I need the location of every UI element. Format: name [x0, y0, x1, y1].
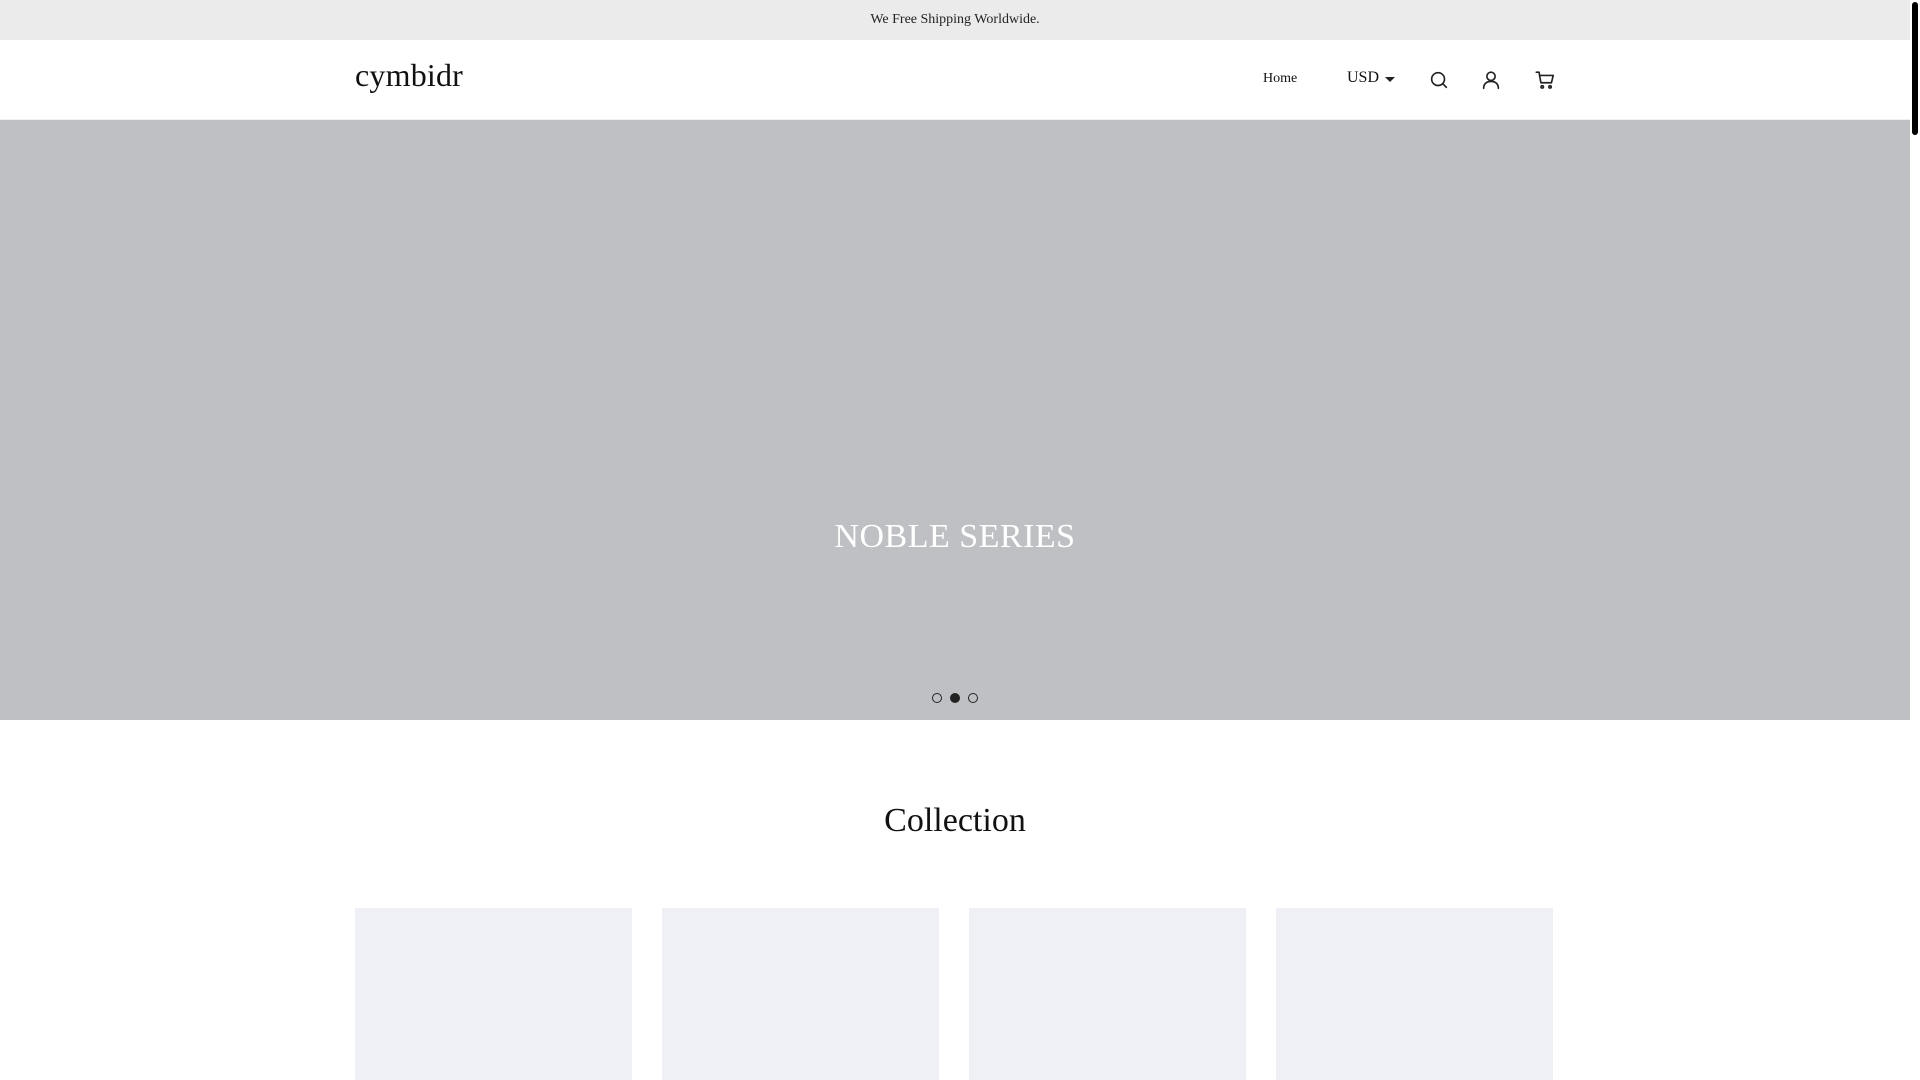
caret-down-icon — [1385, 76, 1396, 82]
hero-title: NOBLE SERIES — [834, 518, 1076, 555]
search-icon — [1430, 71, 1448, 89]
collection-grid — [355, 908, 1555, 1080]
slider-dot-1[interactable] — [932, 693, 942, 703]
account-button[interactable] — [1478, 67, 1504, 93]
scrollbar[interactable] — [1910, 0, 1920, 1080]
announcement-text: We Free Shipping Worldwide. — [870, 12, 1040, 27]
collection-title: Collection — [884, 802, 1026, 839]
user-icon — [1482, 71, 1500, 90]
collection-card-1[interactable] — [355, 908, 632, 1080]
cart-icon — [1535, 71, 1555, 89]
search-button[interactable] — [1426, 67, 1452, 93]
cart-button[interactable] — [1532, 67, 1558, 93]
collection-card-2[interactable] — [662, 908, 939, 1080]
slider-dot-2[interactable] — [950, 693, 960, 703]
slider-dots — [0, 693, 1910, 703]
collection-card-3[interactable] — [969, 908, 1246, 1080]
collection-card-4[interactable] — [1276, 908, 1553, 1080]
slider-dot-3[interactable] — [968, 693, 978, 703]
hero-slider[interactable]: NOBLE SERIES — [0, 120, 1910, 720]
currency-selector[interactable]: USD — [1347, 69, 1396, 87]
logo[interactable]: cymbidr — [355, 57, 463, 94]
nav-home-link[interactable]: Home — [1263, 71, 1297, 87]
announcement-bar: We Free Shipping Worldwide. — [0, 0, 1910, 40]
page: We Free Shipping Worldwide. cymbidr Home… — [0, 0, 1910, 1080]
currency-label: USD — [1347, 69, 1380, 86]
site-header: cymbidr Home USD — [0, 40, 1910, 120]
scrollbar-thumb[interactable] — [1912, 2, 1918, 135]
